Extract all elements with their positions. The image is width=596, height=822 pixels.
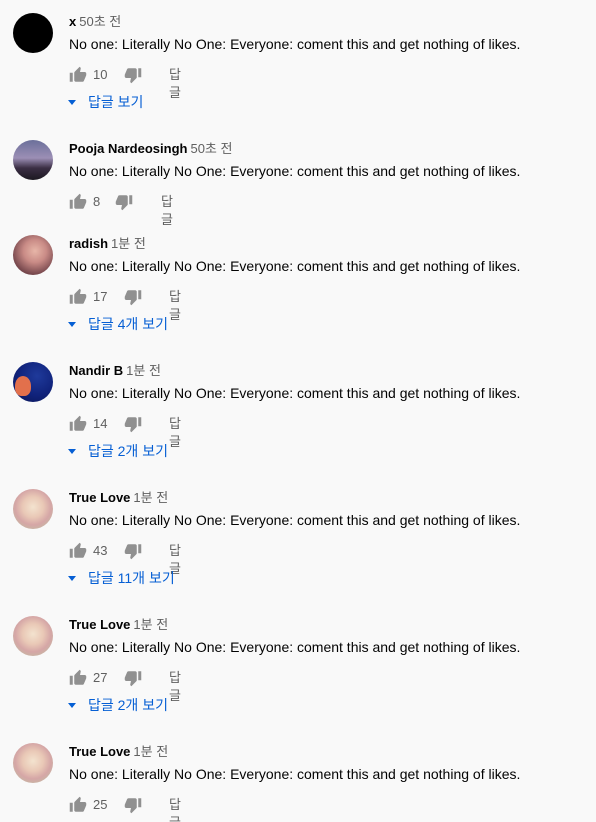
comment-text: No one: Literally No One: Everyone: come… bbox=[69, 385, 521, 401]
like-button[interactable] bbox=[69, 193, 87, 211]
comment-list: x 50초 전 No one: Literally No One: Everyon… bbox=[0, 0, 596, 822]
like-button[interactable] bbox=[69, 796, 87, 814]
dislike-button[interactable] bbox=[124, 669, 142, 687]
view-replies-label: 답글 보기 bbox=[88, 94, 144, 110]
thumbs-up-icon bbox=[69, 193, 87, 209]
avatar[interactable] bbox=[13, 743, 53, 783]
comment-time[interactable]: 1분 전 bbox=[133, 490, 168, 505]
thumbs-down-icon bbox=[115, 195, 133, 211]
thumbs-down-icon bbox=[124, 417, 142, 433]
comment-text: No one: Literally No One: Everyone: come… bbox=[69, 163, 521, 179]
comment-header: True Love 1분 전 bbox=[69, 743, 168, 761]
view-replies-label: 답글 2개 보기 bbox=[88, 697, 168, 713]
thumbs-up-icon bbox=[69, 542, 87, 558]
thumbs-down-icon bbox=[124, 68, 142, 84]
comment-text: No one: Literally No One: Everyone: come… bbox=[69, 36, 521, 52]
avatar[interactable] bbox=[13, 140, 53, 180]
thumbs-down-icon bbox=[124, 798, 142, 814]
author-name[interactable]: Nandir B bbox=[69, 363, 123, 378]
reply-button[interactable]: 답글 bbox=[161, 193, 173, 229]
view-replies-label: 답글 4개 보기 bbox=[88, 316, 168, 332]
comment-header: x 50초 전 bbox=[69, 13, 121, 31]
view-replies-button[interactable]: 답글 2개 보기 bbox=[68, 696, 168, 714]
comment-time[interactable]: 1분 전 bbox=[126, 363, 161, 378]
thumbs-down-icon bbox=[124, 671, 142, 687]
like-count: 14 bbox=[93, 416, 108, 431]
dislike-button[interactable] bbox=[124, 66, 142, 84]
thumbs-down-icon bbox=[124, 544, 142, 560]
reply-button[interactable]: 답글 bbox=[169, 669, 181, 705]
view-replies-button[interactable]: 답글 보기 bbox=[68, 93, 143, 111]
caret-down-icon bbox=[68, 321, 76, 327]
author-name[interactable]: True Love bbox=[69, 490, 130, 505]
comment-time[interactable]: 1분 전 bbox=[133, 744, 168, 759]
avatar[interactable] bbox=[13, 489, 53, 529]
thumbs-up-icon bbox=[69, 669, 87, 685]
dislike-button[interactable] bbox=[124, 288, 142, 306]
dislike-button[interactable] bbox=[124, 415, 142, 433]
view-replies-button[interactable]: 답글 11개 보기 bbox=[68, 569, 175, 587]
comment-time[interactable]: 50초 전 bbox=[190, 141, 232, 156]
author-name[interactable]: True Love bbox=[69, 744, 130, 759]
comment-time[interactable]: 1분 전 bbox=[111, 236, 146, 251]
comment-header: radish 1분 전 bbox=[69, 235, 146, 253]
like-count: 25 bbox=[93, 797, 108, 812]
reply-button[interactable]: 답글 bbox=[169, 66, 181, 102]
comment-text: No one: Literally No One: Everyone: come… bbox=[69, 766, 521, 782]
like-count: 10 bbox=[93, 67, 108, 82]
reply-button[interactable]: 답글 bbox=[169, 796, 181, 822]
avatar[interactable] bbox=[13, 235, 53, 275]
comment-header: Nandir B 1분 전 bbox=[69, 362, 161, 380]
like-button[interactable] bbox=[69, 542, 87, 560]
comment-text: No one: Literally No One: Everyone: come… bbox=[69, 512, 521, 528]
dislike-button[interactable] bbox=[115, 193, 133, 211]
comment-header: True Love 1분 전 bbox=[69, 489, 168, 507]
caret-down-icon bbox=[68, 448, 76, 454]
reply-button[interactable]: 답글 bbox=[169, 288, 181, 324]
comment-time[interactable]: 1분 전 bbox=[133, 617, 168, 632]
view-replies-label: 답글 2개 보기 bbox=[88, 443, 168, 459]
like-button[interactable] bbox=[69, 415, 87, 433]
dislike-button[interactable] bbox=[124, 796, 142, 814]
avatar[interactable] bbox=[13, 362, 53, 402]
comment-text: No one: Literally No One: Everyone: come… bbox=[69, 258, 521, 274]
dislike-button[interactable] bbox=[124, 542, 142, 560]
reply-button[interactable]: 답글 bbox=[169, 415, 181, 451]
thumbs-up-icon bbox=[69, 66, 87, 82]
avatar[interactable] bbox=[13, 616, 53, 656]
like-count: 27 bbox=[93, 670, 108, 685]
comment-header: True Love 1분 전 bbox=[69, 616, 168, 634]
author-name[interactable]: Pooja Nardeosingh bbox=[69, 141, 187, 156]
comment-header: Pooja Nardeosingh 50초 전 bbox=[69, 140, 232, 158]
thumbs-up-icon bbox=[69, 415, 87, 431]
like-count: 43 bbox=[93, 543, 108, 558]
thumbs-up-icon bbox=[69, 288, 87, 304]
thumbs-down-icon bbox=[124, 290, 142, 306]
author-name[interactable]: radish bbox=[69, 236, 108, 251]
view-replies-button[interactable]: 답글 2개 보기 bbox=[68, 442, 168, 460]
comment-time[interactable]: 50초 전 bbox=[79, 14, 121, 29]
like-button[interactable] bbox=[69, 66, 87, 84]
author-name[interactable]: True Love bbox=[69, 617, 130, 632]
caret-down-icon bbox=[68, 575, 76, 581]
comment-text: No one: Literally No One: Everyone: come… bbox=[69, 639, 521, 655]
caret-down-icon bbox=[68, 702, 76, 708]
like-count: 8 bbox=[93, 194, 101, 209]
view-replies-label: 답글 11개 보기 bbox=[88, 570, 175, 586]
view-replies-button[interactable]: 답글 4개 보기 bbox=[68, 315, 168, 333]
like-button[interactable] bbox=[69, 669, 87, 687]
thumbs-up-icon bbox=[69, 796, 87, 812]
like-button[interactable] bbox=[69, 288, 87, 306]
author-name[interactable]: x bbox=[69, 14, 76, 29]
like-count: 17 bbox=[93, 289, 108, 304]
avatar[interactable] bbox=[13, 13, 53, 53]
caret-down-icon bbox=[68, 99, 76, 105]
